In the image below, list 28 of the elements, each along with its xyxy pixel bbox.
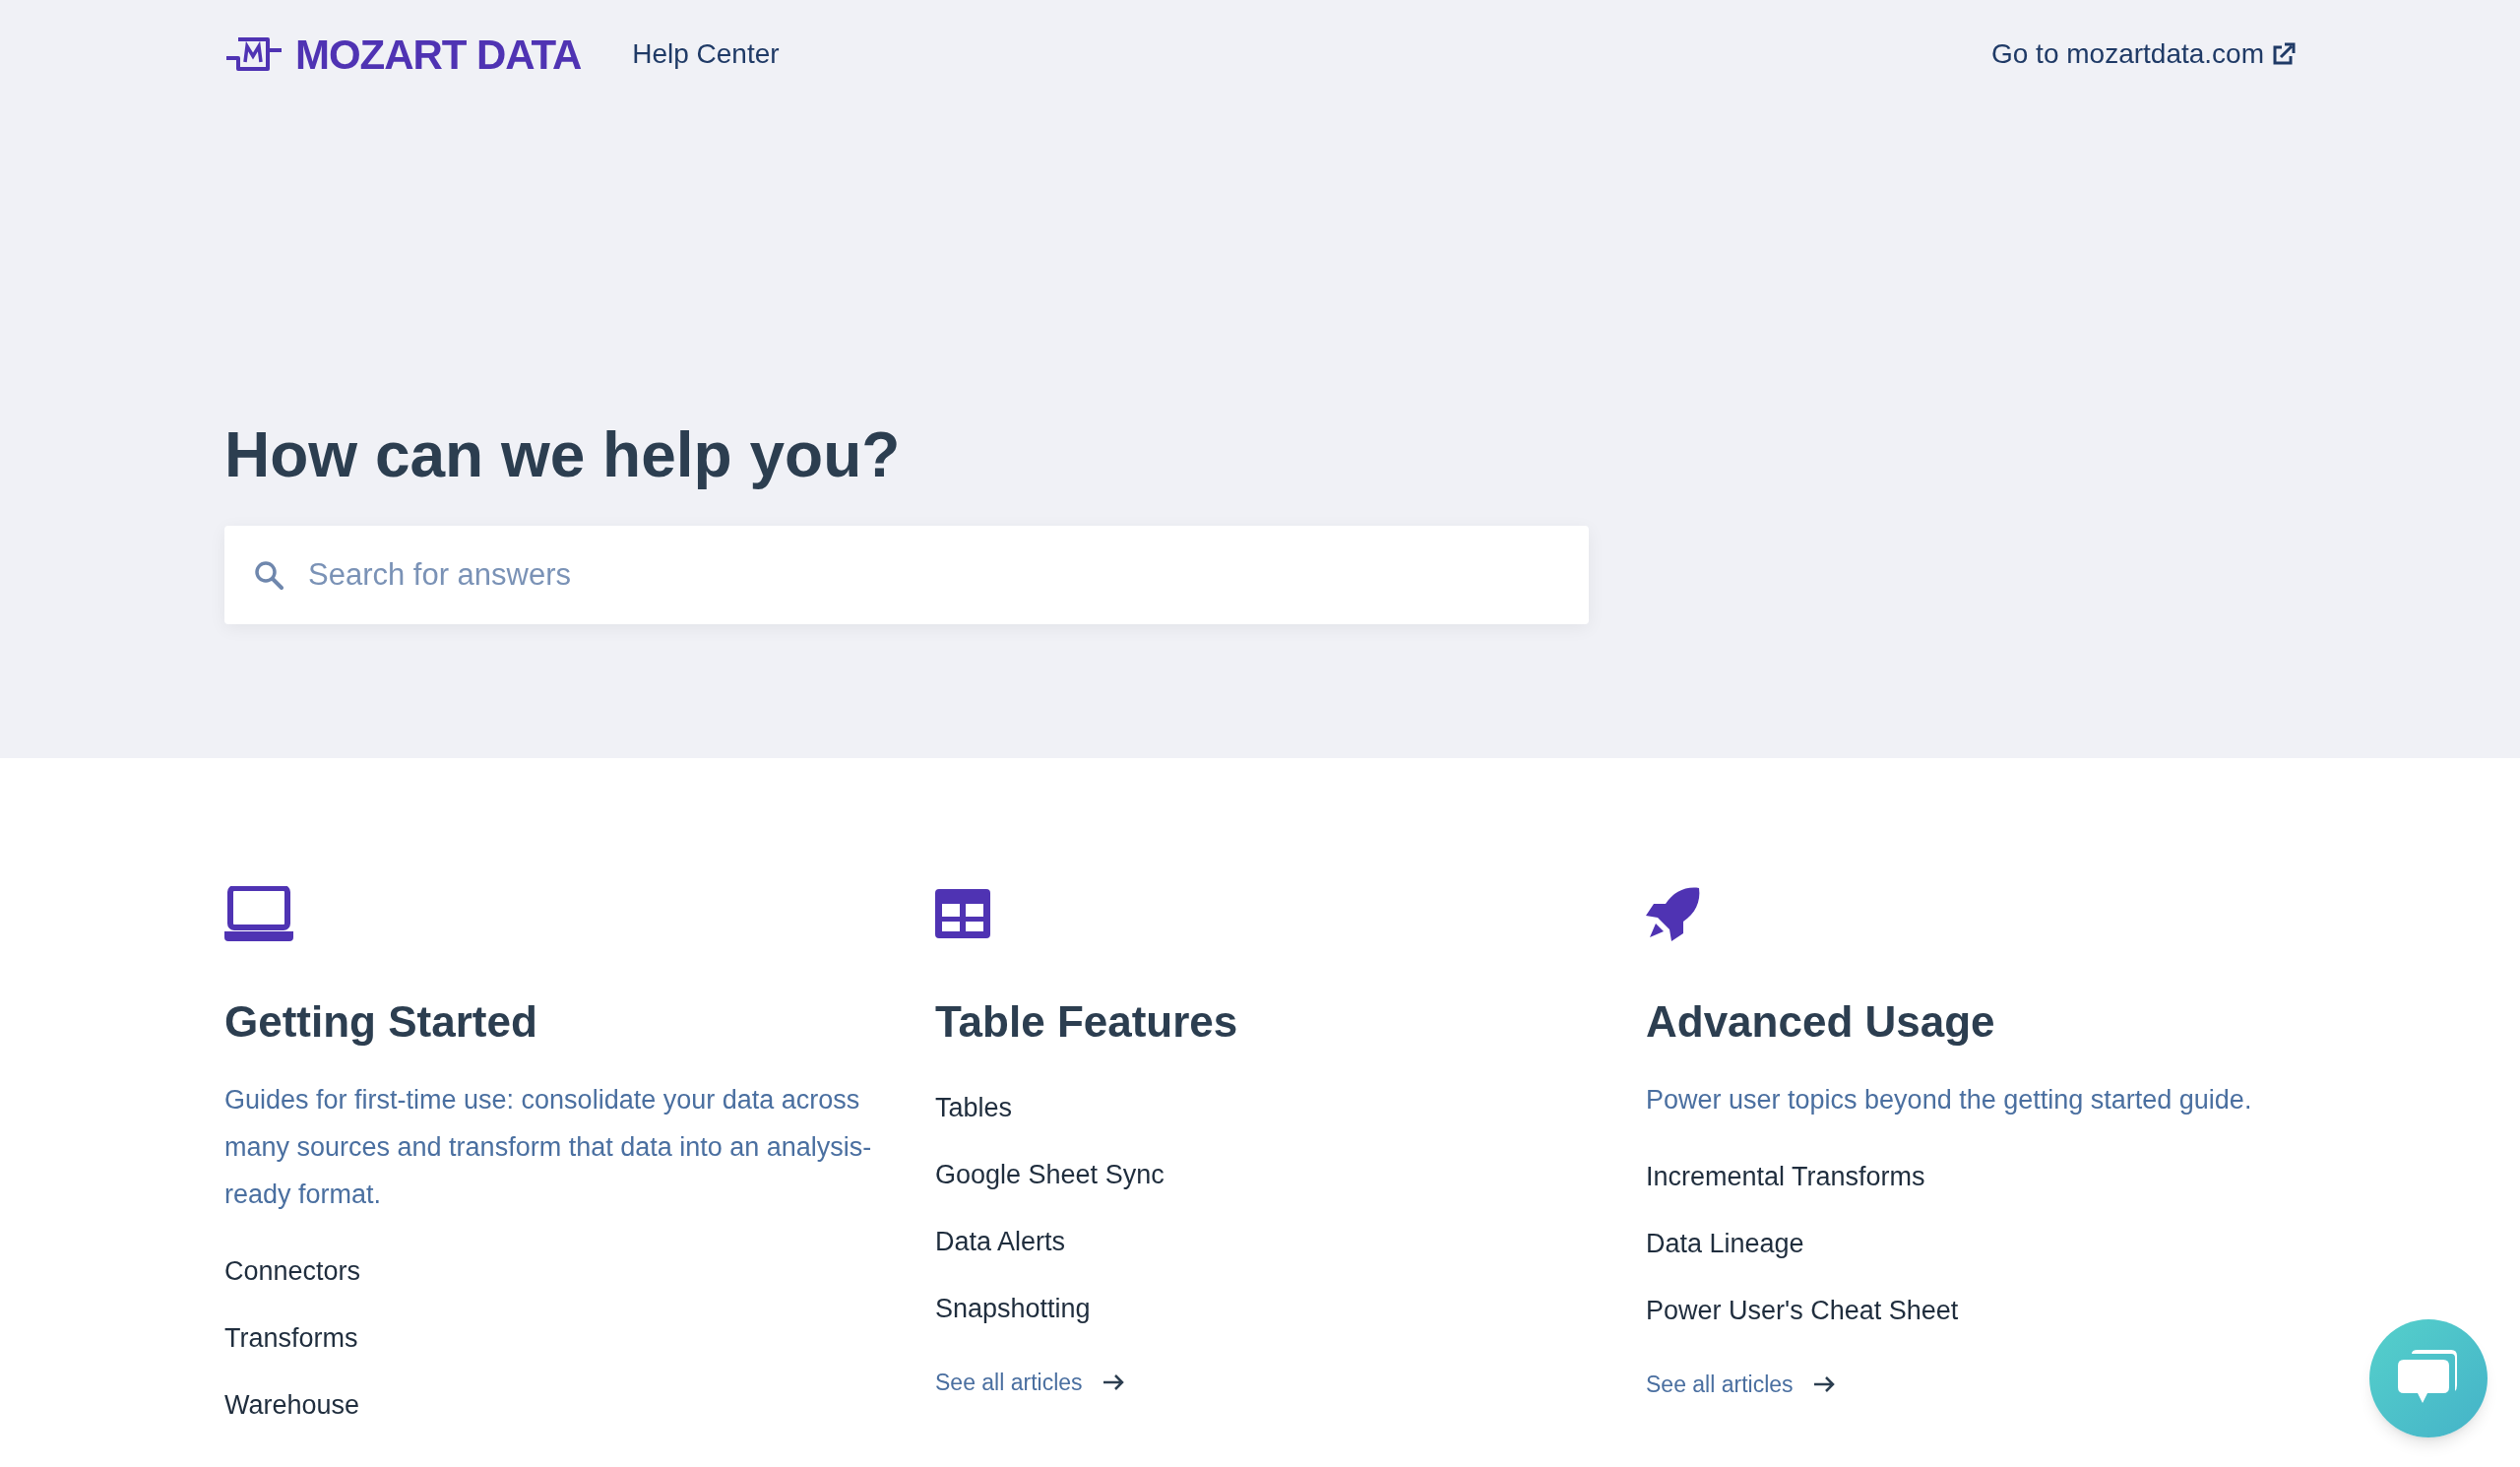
article-link[interactable]: Tables <box>935 1074 1165 1141</box>
arrow-right-icon <box>1812 1376 1835 1393</box>
category-description: Guides for first-time use: consolidate your data across many sources and transform that data into an analysis-ready format. <box>224 1084 873 1211</box>
article-link[interactable]: Power User's Cheat Sheet <box>1646 1277 1959 1344</box>
rocket-icon <box>1646 886 1701 941</box>
article-link[interactable]: Snapshotting <box>935 1275 1165 1342</box>
article-link[interactable]: Google Sheet Sync <box>935 1141 1165 1208</box>
external-site-link[interactable]: Go to mozartdata.com <box>1991 33 2296 75</box>
laptop-icon <box>224 886 293 941</box>
category-description: Power user topics beyond the getting started guide. <box>1646 1084 2252 1116</box>
article-link[interactable]: Incremental Transforms <box>1646 1143 1959 1210</box>
article-link[interactable]: Data Alerts <box>935 1208 1165 1275</box>
category-title[interactable]: Advanced Usage <box>1646 994 1995 1049</box>
article-link[interactable]: Connectors <box>224 1238 361 1305</box>
search-field[interactable]: Search for answers <box>224 526 1589 624</box>
see-all-articles-link[interactable]: See all articles <box>935 1366 1124 1400</box>
article-link[interactable]: Data Lineage <box>1646 1210 1959 1277</box>
table-icon <box>935 889 990 938</box>
logo[interactable]: MOZART DATA <box>224 23 582 86</box>
logo-icon <box>224 35 284 73</box>
category-title[interactable]: Getting Started <box>224 994 537 1049</box>
article-link[interactable]: Transforms <box>224 1305 361 1371</box>
category-title[interactable]: Table Features <box>935 994 1238 1049</box>
see-all-articles-link[interactable]: See all articles <box>1646 1368 1835 1402</box>
external-link-icon <box>2272 42 2296 66</box>
article-link[interactable]: Warehouse <box>224 1371 361 1438</box>
help-center-link[interactable]: Help Center <box>632 33 780 75</box>
arrow-right-icon <box>1102 1374 1124 1391</box>
